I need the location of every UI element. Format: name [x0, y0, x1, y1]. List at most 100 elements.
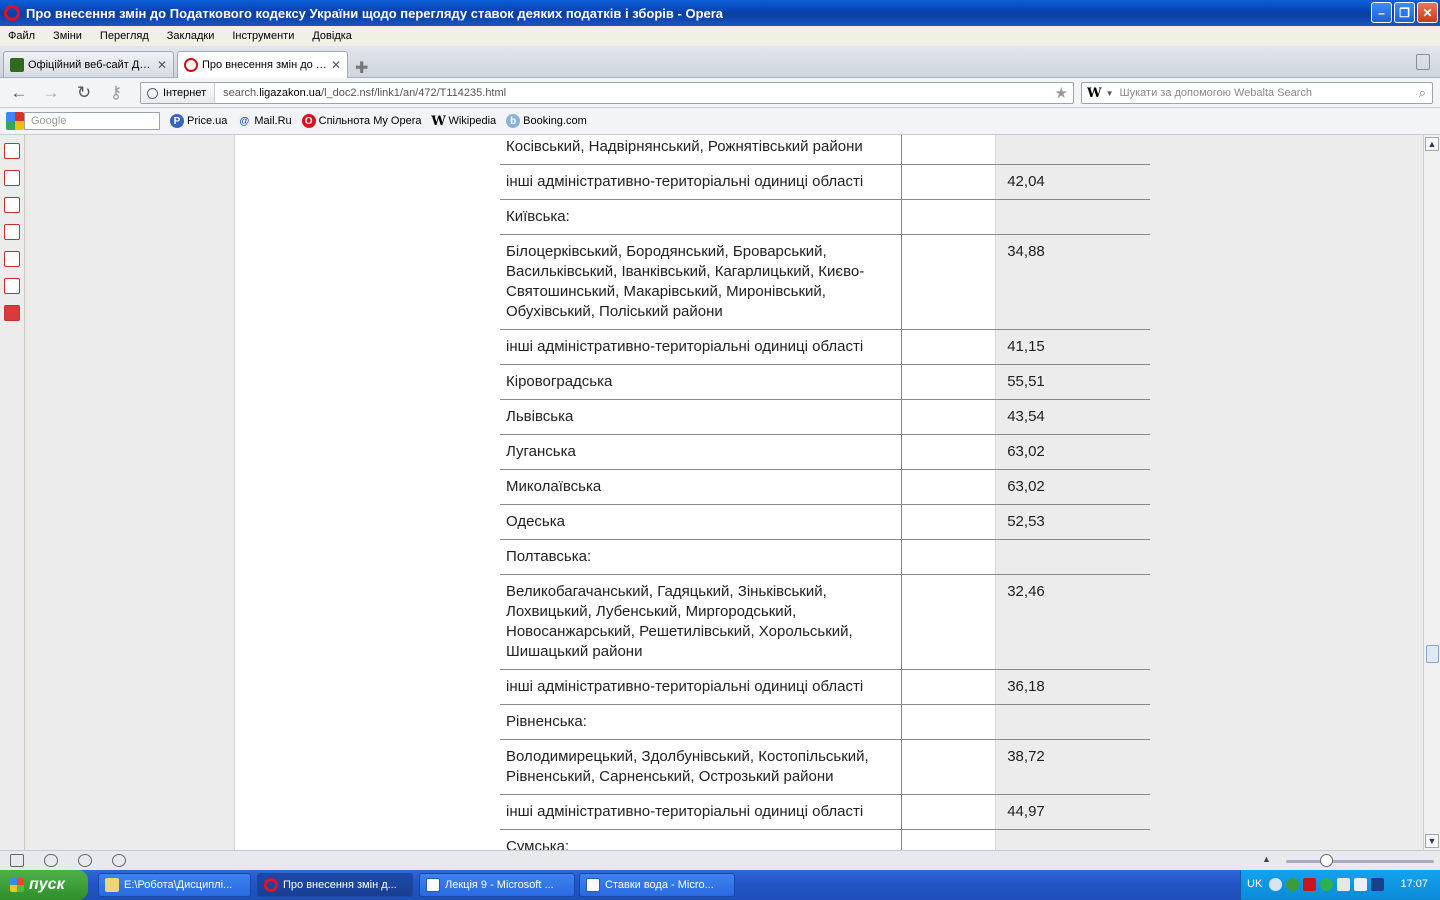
turbo-icon[interactable] — [112, 854, 126, 867]
tab-official-site[interactable]: Офіційний веб-сайт Де... ✕ — [3, 51, 174, 77]
window-title: Про внесення змін до Податкового кодексу… — [26, 5, 724, 21]
network-tray-icon[interactable] — [1286, 878, 1299, 891]
taskbar-item-explorer[interactable]: E:\Робота\Дисциплі... — [98, 873, 251, 897]
close-tab-icon[interactable]: ✕ — [157, 58, 167, 72]
region-cell: Одеська — [500, 505, 902, 539]
search-placeholder: Шукати за допомогою Webalta Search — [1119, 87, 1313, 99]
back-tray-icon[interactable] — [1269, 878, 1282, 891]
menu-help[interactable]: Довідка — [312, 30, 352, 42]
menu-bookmarks[interactable]: Закладки — [167, 30, 215, 42]
tab-law-document[interactable]: Про внесення змін до П... ✕ — [177, 51, 348, 78]
tab-label: Про внесення змін до П... — [202, 59, 327, 71]
region-cell: Володимирецький, Здолбунівський, Костопі… — [500, 740, 902, 794]
table-row: Великобагачанський, Гадяцький, Зіньківсь… — [500, 575, 1150, 670]
region-cell: інші адміністративно-територіальні одини… — [500, 165, 902, 199]
region-cell: Львівська — [500, 400, 902, 434]
network-icon[interactable] — [4, 224, 20, 240]
scroll-down-arrow-icon[interactable]: ▼ — [1425, 834, 1439, 848]
taskbar-item-opera[interactable]: Про внесення змін д... — [257, 873, 413, 897]
mail-ru-icon: @ — [237, 114, 252, 128]
scroll-up-arrow-icon[interactable]: ▲ — [1425, 137, 1439, 151]
scroll-thumb[interactable] — [1426, 645, 1439, 663]
language-indicator[interactable]: UK — [1247, 878, 1262, 890]
print-icon[interactable] — [4, 278, 20, 294]
reload-icon[interactable]: ↻ — [73, 82, 95, 104]
region-cell: Великобагачанський, Гадяцький, Зіньківсь… — [500, 575, 902, 669]
rate-cell — [903, 200, 1149, 234]
start-button[interactable]: пуск — [0, 870, 88, 900]
menu-edit[interactable]: Зміни — [53, 30, 82, 42]
table-row: Рівненська: — [500, 705, 1150, 740]
antivirus-tray-icon[interactable] — [1303, 878, 1316, 891]
google-search-box[interactable]: Google — [6, 112, 160, 130]
back-arrow-icon[interactable]: ← — [8, 82, 30, 104]
bookmark-price-ua[interactable]: P Price.ua — [170, 114, 227, 128]
region-cell: Миколаївська — [500, 470, 902, 504]
close-tab-icon[interactable]: ✕ — [331, 58, 341, 72]
tab-label: Офіційний веб-сайт Де... — [28, 58, 153, 71]
region-cell: Полтавська: — [500, 540, 902, 574]
vertical-scrollbar[interactable]: ▲ ▼ — [1423, 135, 1440, 850]
security-badge[interactable]: Інтернет — [141, 83, 216, 103]
search-field[interactable]: W ▼ Шукати за допомогою Webalta Search ⌕ — [1081, 82, 1433, 104]
wikipedia-icon: W — [431, 113, 446, 129]
new-tab-icon[interactable]: ✚ — [355, 58, 368, 78]
task-label: Ставки вода - Micro... — [605, 879, 714, 891]
region-cell: інші адміністративно-територіальні одини… — [500, 795, 902, 829]
bookmark-star-icon[interactable]: ★ — [1055, 84, 1068, 102]
forward-arrow-icon[interactable]: → — [40, 82, 62, 104]
opera-unite-cloud-icon[interactable] — [44, 854, 58, 867]
bookmark-booking[interactable]: b Booking.com — [506, 114, 587, 128]
menu-bar: Файл Зміни Перегляд Закладки Інструменти… — [0, 26, 1440, 46]
zoom-slider-knob[interactable] — [1320, 854, 1333, 867]
menu-view[interactable]: Перегляд — [100, 30, 149, 42]
tools-tray-icon[interactable] — [1337, 878, 1350, 891]
zoom-slider[interactable] — [1286, 860, 1434, 863]
trash-icon[interactable] — [1416, 54, 1430, 70]
table-row: інші адміністративно-територіальні одини… — [500, 330, 1150, 365]
share-icon[interactable] — [4, 305, 20, 321]
sitemap-icon[interactable] — [4, 197, 20, 213]
rate-cell — [903, 135, 1149, 164]
minimize-button[interactable]: – — [1371, 2, 1392, 23]
taskbar-item-word-rates[interactable]: Ставки вода - Micro... — [579, 873, 735, 897]
maximize-button[interactable]: ❐ — [1394, 2, 1415, 23]
chevron-down-icon[interactable]: ▼ — [1106, 89, 1114, 98]
display-tray-icon[interactable] — [1371, 878, 1384, 891]
close-window-button[interactable]: ✕ — [1417, 2, 1438, 23]
panel-toggle-icon[interactable] — [10, 854, 24, 867]
zoom-up-arrow-icon[interactable]: ▲ — [1262, 854, 1271, 864]
bookmark-label: Price.ua — [187, 115, 228, 127]
fullscreen-icon[interactable] — [4, 143, 20, 159]
rate-cell — [903, 830, 1149, 850]
pen-tray-icon[interactable] — [1354, 878, 1367, 891]
search-engine-icon[interactable]: W — [1087, 86, 1102, 101]
taskbar-item-word-lecture[interactable]: Лекція 9 - Microsoft ... — [419, 873, 575, 897]
menu-tools[interactable]: Інструменти — [232, 30, 294, 42]
task-label: E:\Робота\Дисциплі... — [124, 879, 233, 891]
bookmark-mail-ru[interactable]: @ Mail.Ru — [237, 114, 292, 128]
rate-cell: 41,15 — [1007, 338, 1045, 355]
key-icon[interactable]: ⚷ — [105, 82, 127, 104]
government-emblem-icon — [10, 57, 24, 72]
opera-icon: O — [301, 114, 316, 128]
address-bar[interactable]: Інтернет search.ligazakon.ua/l_doc2.nsf/… — [140, 82, 1074, 104]
bookmark-label: Mail.Ru — [254, 115, 292, 127]
rate-cell: 63,02 — [1007, 478, 1045, 495]
bookmark-my-opera[interactable]: O Спільнота My Opera — [301, 114, 421, 128]
region-cell: Кіровоградська — [500, 365, 902, 399]
opera-link-icon[interactable] — [78, 854, 92, 867]
table-row: Одеська 52,53 — [500, 505, 1150, 540]
rate-cell: 42,04 — [1007, 173, 1045, 190]
document-page: Косівський, Надвірнянський, Рожнятівськи… — [234, 135, 1150, 850]
google-search-input[interactable]: Google — [24, 112, 160, 130]
search-icon[interactable]: ⌕ — [1419, 85, 1426, 101]
table-row: Володимирецький, Здолбунівський, Костопі… — [500, 740, 1150, 795]
bookmark-wikipedia[interactable]: W Wikipedia — [431, 113, 496, 129]
menu-file[interactable]: Файл — [8, 30, 35, 42]
rate-cell: 52,53 — [1007, 513, 1045, 530]
info-icon[interactable] — [4, 251, 20, 267]
magnifier-icon[interactable] — [4, 170, 20, 186]
agent-tray-icon[interactable] — [1320, 878, 1333, 891]
table-row: Полтавська: — [500, 540, 1150, 575]
